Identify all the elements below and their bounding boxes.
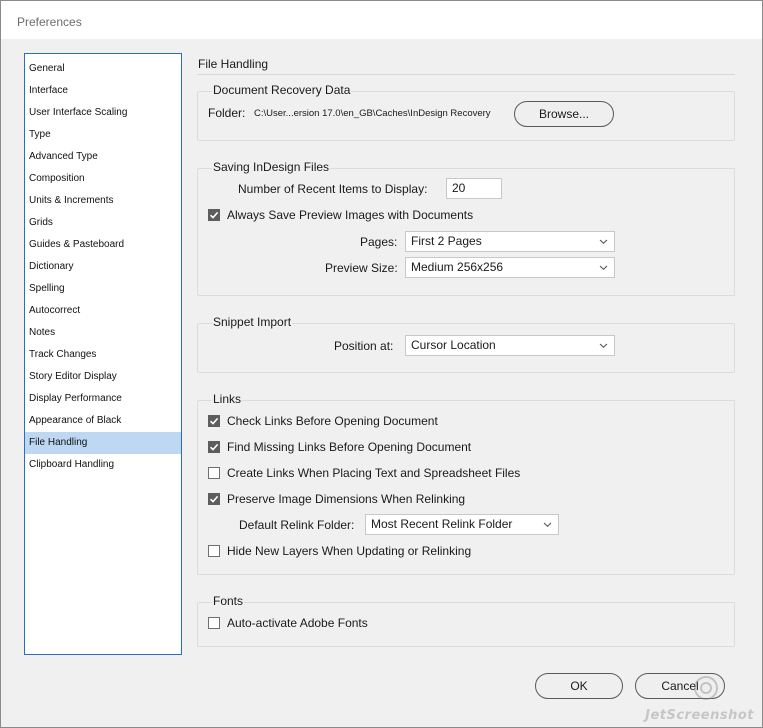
checkmark-icon (209, 417, 219, 425)
position-value: Cursor Location (411, 338, 496, 352)
sidebar-item-dictionary[interactable]: Dictionary (25, 256, 181, 278)
create-links-checkbox-row[interactable]: Create Links When Placing Text and Sprea… (208, 465, 520, 481)
sidebar-item-appearance-of-black[interactable]: Appearance of Black (25, 410, 181, 432)
sidebar-item-units-and-increments[interactable]: Units & Increments (25, 190, 181, 212)
recent-items-input[interactable]: 20 (446, 178, 502, 199)
checkmark-icon (209, 211, 219, 219)
watermark-logo-icon (694, 676, 718, 700)
recovery-legend: Document Recovery Data (212, 83, 352, 97)
relink-folder-dropdown[interactable]: Most Recent Relink Folder (365, 514, 559, 535)
links-legend: Links (212, 392, 243, 406)
hide-layers-label: Hide New Layers When Updating or Relinki… (227, 544, 472, 558)
save-preview-label: Always Save Preview Images with Document… (227, 208, 474, 222)
auto-activate-label: Auto-activate Adobe Fonts (227, 616, 368, 630)
position-label: Position at: (334, 339, 394, 353)
preview-size-dropdown[interactable]: Medium 256x256 (405, 257, 615, 278)
snippet-group: Snippet Import Position at: Cursor Locat… (197, 315, 735, 373)
find-missing-checkbox[interactable] (208, 441, 220, 453)
fonts-legend: Fonts (212, 594, 245, 608)
chevron-down-icon (543, 522, 552, 528)
chevron-down-icon (599, 343, 608, 349)
chevron-down-icon (599, 239, 608, 245)
window-title: Preferences (17, 15, 82, 29)
relink-folder-label: Default Relink Folder: (239, 518, 355, 532)
title-bar[interactable]: Preferences (1, 1, 762, 39)
preserve-dimensions-label: Preserve Image Dimensions When Relinking (227, 492, 466, 506)
sidebar-item-user-interface-scaling[interactable]: User Interface Scaling (25, 102, 181, 124)
hide-layers-checkbox[interactable] (208, 545, 220, 557)
save-preview-checkbox-row[interactable]: Always Save Preview Images with Document… (208, 207, 473, 223)
saving-legend: Saving InDesign Files (212, 160, 331, 174)
find-missing-label: Find Missing Links Before Opening Docume… (227, 440, 472, 454)
sidebar-item-guides-and-pasteboard[interactable]: Guides & Pasteboard (25, 234, 181, 256)
sidebar-item-advanced-type[interactable]: Advanced Type (25, 146, 181, 168)
find-missing-checkbox-row[interactable]: Find Missing Links Before Opening Docume… (208, 439, 471, 455)
hide-layers-checkbox-row[interactable]: Hide New Layers When Updating or Relinki… (208, 543, 471, 559)
title-divider (197, 74, 735, 75)
page-title: File Handling (198, 57, 269, 71)
sidebar-item-track-changes[interactable]: Track Changes (25, 344, 181, 366)
sidebar-item-clipboard-handling[interactable]: Clipboard Handling (25, 454, 181, 476)
dialog-body: General Interface User Interface Scaling Ty… (7, 39, 756, 721)
preserve-dimensions-checkbox-row[interactable]: Preserve Image Dimensions When Relinking (208, 491, 465, 507)
sidebar-item-grids[interactable]: Grids (25, 212, 181, 234)
saving-group: Saving InDesign Files Number of Recent I… (197, 160, 735, 296)
sidebar-item-composition[interactable]: Composition (25, 168, 181, 190)
sidebar-item-autocorrect[interactable]: Autocorrect (25, 300, 181, 322)
links-group: Links Check Links Before Opening Documen… (197, 392, 735, 575)
sidebar-item-general[interactable]: General (25, 58, 181, 80)
checkmark-icon (209, 495, 219, 503)
pages-label: Pages: (360, 235, 398, 249)
sidebar-item-file-handling[interactable]: File Handling (25, 432, 181, 454)
watermark-text: JetScreenshot (645, 708, 754, 723)
chevron-down-icon (599, 265, 608, 271)
preferences-window: Preferences General Interface User Interfa… (0, 0, 763, 728)
check-links-checkbox-row[interactable]: Check Links Before Opening Document (208, 413, 438, 429)
sidebar-item-interface[interactable]: Interface (25, 80, 181, 102)
file-handling-panel: File Handling Document Recovery Data Fol… (197, 39, 737, 679)
relink-folder-value: Most Recent Relink Folder (371, 517, 513, 531)
auto-activate-checkbox-row[interactable]: Auto-activate Adobe Fonts (208, 615, 368, 631)
recent-items-label: Number of Recent Items to Display: (238, 182, 428, 196)
check-links-checkbox[interactable] (208, 415, 220, 427)
sidebar-item-notes[interactable]: Notes (25, 322, 181, 344)
sidebar-item-story-editor-display[interactable]: Story Editor Display (25, 366, 181, 388)
sidebar-item-spelling[interactable]: Spelling (25, 278, 181, 300)
create-links-checkbox[interactable] (208, 467, 220, 479)
snippet-legend: Snippet Import (212, 315, 293, 329)
position-dropdown[interactable]: Cursor Location (405, 335, 615, 356)
recovery-group: Document Recovery Data Folder: C:\User..… (197, 83, 735, 141)
browse-button[interactable]: Browse... (514, 101, 614, 127)
folder-path: C:\User...ersion 17.0\en_GB\Caches\InDes… (254, 108, 491, 119)
pages-value: First 2 Pages (411, 234, 482, 248)
sidebar-item-type[interactable]: Type (25, 124, 181, 146)
category-list[interactable]: General Interface User Interface Scaling Ty… (24, 53, 182, 655)
sidebar-item-display-performance[interactable]: Display Performance (25, 388, 181, 410)
preview-size-value: Medium 256x256 (411, 260, 504, 274)
auto-activate-checkbox[interactable] (208, 617, 220, 629)
check-links-label: Check Links Before Opening Document (227, 414, 438, 428)
preserve-dimensions-checkbox[interactable] (208, 493, 220, 505)
create-links-label: Create Links When Placing Text and Sprea… (227, 466, 521, 480)
pages-dropdown[interactable]: First 2 Pages (405, 231, 615, 252)
fonts-group: Fonts Auto-activate Adobe Fonts (197, 594, 735, 647)
save-preview-checkbox[interactable] (208, 209, 220, 221)
ok-button[interactable]: OK (535, 673, 623, 699)
checkmark-icon (209, 443, 219, 451)
folder-label: Folder: (208, 106, 246, 120)
preview-size-label: Preview Size: (325, 261, 398, 275)
